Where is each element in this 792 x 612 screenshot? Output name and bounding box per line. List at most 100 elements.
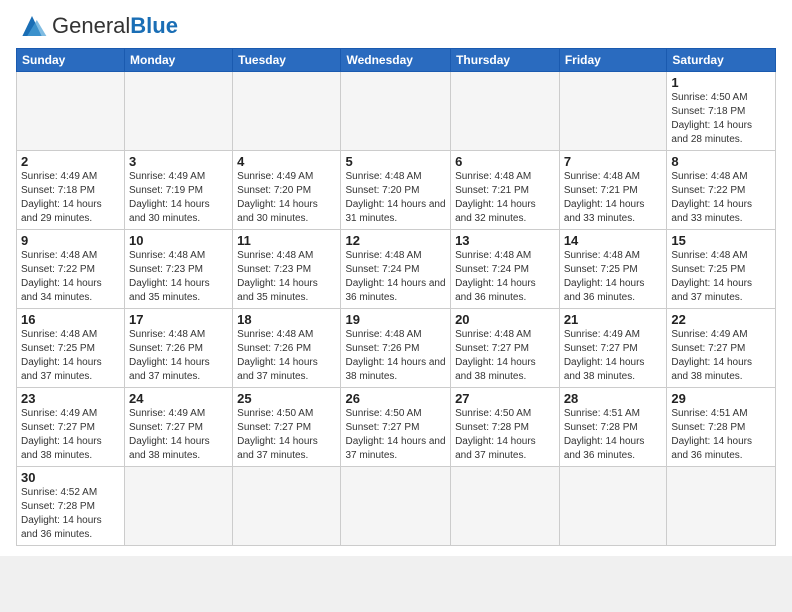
day-number: 17: [129, 312, 228, 327]
day-info: Sunrise: 4:48 AM Sunset: 7:26 PM Dayligh…: [129, 328, 228, 384]
day-info: Sunrise: 4:48 AM Sunset: 7:27 PM Dayligh…: [455, 328, 555, 384]
day-number: 20: [455, 312, 555, 327]
day-cell: [559, 467, 667, 546]
day-info: Sunrise: 4:48 AM Sunset: 7:23 PM Dayligh…: [237, 249, 336, 305]
logo-text: GeneralBlue: [52, 15, 178, 38]
day-number: 19: [345, 312, 446, 327]
day-info: Sunrise: 4:50 AM Sunset: 7:27 PM Dayligh…: [345, 407, 446, 463]
day-info: Sunrise: 4:49 AM Sunset: 7:19 PM Dayligh…: [129, 170, 228, 226]
day-cell: [667, 467, 776, 546]
weekday-header-friday: Friday: [559, 49, 667, 72]
day-cell: 2Sunrise: 4:49 AM Sunset: 7:18 PM Daylig…: [17, 151, 125, 230]
day-cell: [233, 467, 341, 546]
day-cell: 6Sunrise: 4:48 AM Sunset: 7:21 PM Daylig…: [451, 151, 560, 230]
day-number: 2: [21, 154, 120, 169]
day-cell: 5Sunrise: 4:48 AM Sunset: 7:20 PM Daylig…: [341, 151, 451, 230]
week-row-4: 16Sunrise: 4:48 AM Sunset: 7:25 PM Dayli…: [17, 309, 776, 388]
day-info: Sunrise: 4:50 AM Sunset: 7:27 PM Dayligh…: [237, 407, 336, 463]
day-number: 11: [237, 233, 336, 248]
day-info: Sunrise: 4:48 AM Sunset: 7:21 PM Dayligh…: [564, 170, 663, 226]
day-info: Sunrise: 4:49 AM Sunset: 7:27 PM Dayligh…: [564, 328, 663, 384]
day-info: Sunrise: 4:48 AM Sunset: 7:26 PM Dayligh…: [237, 328, 336, 384]
day-info: Sunrise: 4:48 AM Sunset: 7:25 PM Dayligh…: [564, 249, 663, 305]
day-info: Sunrise: 4:50 AM Sunset: 7:18 PM Dayligh…: [671, 91, 771, 147]
day-info: Sunrise: 4:51 AM Sunset: 7:28 PM Dayligh…: [564, 407, 663, 463]
day-cell: 27Sunrise: 4:50 AM Sunset: 7:28 PM Dayli…: [451, 388, 560, 467]
day-info: Sunrise: 4:48 AM Sunset: 7:22 PM Dayligh…: [21, 249, 120, 305]
day-number: 5: [345, 154, 446, 169]
day-cell: 22Sunrise: 4:49 AM Sunset: 7:27 PM Dayli…: [667, 309, 776, 388]
day-cell: 24Sunrise: 4:49 AM Sunset: 7:27 PM Dayli…: [125, 388, 233, 467]
day-cell: 16Sunrise: 4:48 AM Sunset: 7:25 PM Dayli…: [17, 309, 125, 388]
day-cell: [559, 72, 667, 151]
day-cell: 30Sunrise: 4:52 AM Sunset: 7:28 PM Dayli…: [17, 467, 125, 546]
weekday-header-saturday: Saturday: [667, 49, 776, 72]
day-info: Sunrise: 4:48 AM Sunset: 7:24 PM Dayligh…: [345, 249, 446, 305]
day-cell: 8Sunrise: 4:48 AM Sunset: 7:22 PM Daylig…: [667, 151, 776, 230]
day-number: 1: [671, 75, 771, 90]
logo-icon: [16, 12, 48, 40]
week-row-1: 1Sunrise: 4:50 AM Sunset: 7:18 PM Daylig…: [17, 72, 776, 151]
calendar-table: SundayMondayTuesdayWednesdayThursdayFrid…: [16, 48, 776, 546]
logo-general: GeneralBlue: [52, 13, 178, 38]
day-info: Sunrise: 4:49 AM Sunset: 7:18 PM Dayligh…: [21, 170, 120, 226]
day-number: 8: [671, 154, 771, 169]
day-cell: [341, 72, 451, 151]
day-cell: 26Sunrise: 4:50 AM Sunset: 7:27 PM Dayli…: [341, 388, 451, 467]
day-number: 22: [671, 312, 771, 327]
day-info: Sunrise: 4:48 AM Sunset: 7:20 PM Dayligh…: [345, 170, 446, 226]
day-cell: 29Sunrise: 4:51 AM Sunset: 7:28 PM Dayli…: [667, 388, 776, 467]
day-cell: 14Sunrise: 4:48 AM Sunset: 7:25 PM Dayli…: [559, 230, 667, 309]
day-number: 16: [21, 312, 120, 327]
day-number: 26: [345, 391, 446, 406]
day-number: 24: [129, 391, 228, 406]
day-cell: 12Sunrise: 4:48 AM Sunset: 7:24 PM Dayli…: [341, 230, 451, 309]
day-cell: 10Sunrise: 4:48 AM Sunset: 7:23 PM Dayli…: [125, 230, 233, 309]
weekday-header-thursday: Thursday: [451, 49, 560, 72]
weekday-header-monday: Monday: [125, 49, 233, 72]
day-cell: 9Sunrise: 4:48 AM Sunset: 7:22 PM Daylig…: [17, 230, 125, 309]
day-number: 30: [21, 470, 120, 485]
day-cell: 1Sunrise: 4:50 AM Sunset: 7:18 PM Daylig…: [667, 72, 776, 151]
weekday-header-sunday: Sunday: [17, 49, 125, 72]
day-cell: [125, 467, 233, 546]
day-number: 15: [671, 233, 771, 248]
header: GeneralBlue: [16, 12, 776, 40]
page: GeneralBlue SundayMondayTuesdayWednesday…: [0, 0, 792, 556]
week-row-5: 23Sunrise: 4:49 AM Sunset: 7:27 PM Dayli…: [17, 388, 776, 467]
day-cell: 17Sunrise: 4:48 AM Sunset: 7:26 PM Dayli…: [125, 309, 233, 388]
day-number: 23: [21, 391, 120, 406]
day-number: 29: [671, 391, 771, 406]
day-info: Sunrise: 4:48 AM Sunset: 7:23 PM Dayligh…: [129, 249, 228, 305]
day-cell: 20Sunrise: 4:48 AM Sunset: 7:27 PM Dayli…: [451, 309, 560, 388]
day-info: Sunrise: 4:49 AM Sunset: 7:20 PM Dayligh…: [237, 170, 336, 226]
day-cell: [341, 467, 451, 546]
day-info: Sunrise: 4:48 AM Sunset: 7:22 PM Dayligh…: [671, 170, 771, 226]
day-info: Sunrise: 4:48 AM Sunset: 7:25 PM Dayligh…: [21, 328, 120, 384]
day-info: Sunrise: 4:49 AM Sunset: 7:27 PM Dayligh…: [129, 407, 228, 463]
day-cell: [17, 72, 125, 151]
week-row-6: 30Sunrise: 4:52 AM Sunset: 7:28 PM Dayli…: [17, 467, 776, 546]
weekday-header-row: SundayMondayTuesdayWednesdayThursdayFrid…: [17, 49, 776, 72]
logo-blue: Blue: [130, 13, 178, 38]
day-cell: 13Sunrise: 4:48 AM Sunset: 7:24 PM Dayli…: [451, 230, 560, 309]
day-number: 18: [237, 312, 336, 327]
day-number: 13: [455, 233, 555, 248]
week-row-3: 9Sunrise: 4:48 AM Sunset: 7:22 PM Daylig…: [17, 230, 776, 309]
day-number: 10: [129, 233, 228, 248]
day-info: Sunrise: 4:50 AM Sunset: 7:28 PM Dayligh…: [455, 407, 555, 463]
day-cell: 28Sunrise: 4:51 AM Sunset: 7:28 PM Dayli…: [559, 388, 667, 467]
day-info: Sunrise: 4:49 AM Sunset: 7:27 PM Dayligh…: [21, 407, 120, 463]
day-number: 28: [564, 391, 663, 406]
day-cell: [451, 467, 560, 546]
day-number: 9: [21, 233, 120, 248]
day-info: Sunrise: 4:48 AM Sunset: 7:25 PM Dayligh…: [671, 249, 771, 305]
day-info: Sunrise: 4:48 AM Sunset: 7:24 PM Dayligh…: [455, 249, 555, 305]
day-number: 4: [237, 154, 336, 169]
day-info: Sunrise: 4:48 AM Sunset: 7:21 PM Dayligh…: [455, 170, 555, 226]
day-cell: 21Sunrise: 4:49 AM Sunset: 7:27 PM Dayli…: [559, 309, 667, 388]
day-cell: 7Sunrise: 4:48 AM Sunset: 7:21 PM Daylig…: [559, 151, 667, 230]
day-number: 3: [129, 154, 228, 169]
day-number: 25: [237, 391, 336, 406]
day-cell: 11Sunrise: 4:48 AM Sunset: 7:23 PM Dayli…: [233, 230, 341, 309]
